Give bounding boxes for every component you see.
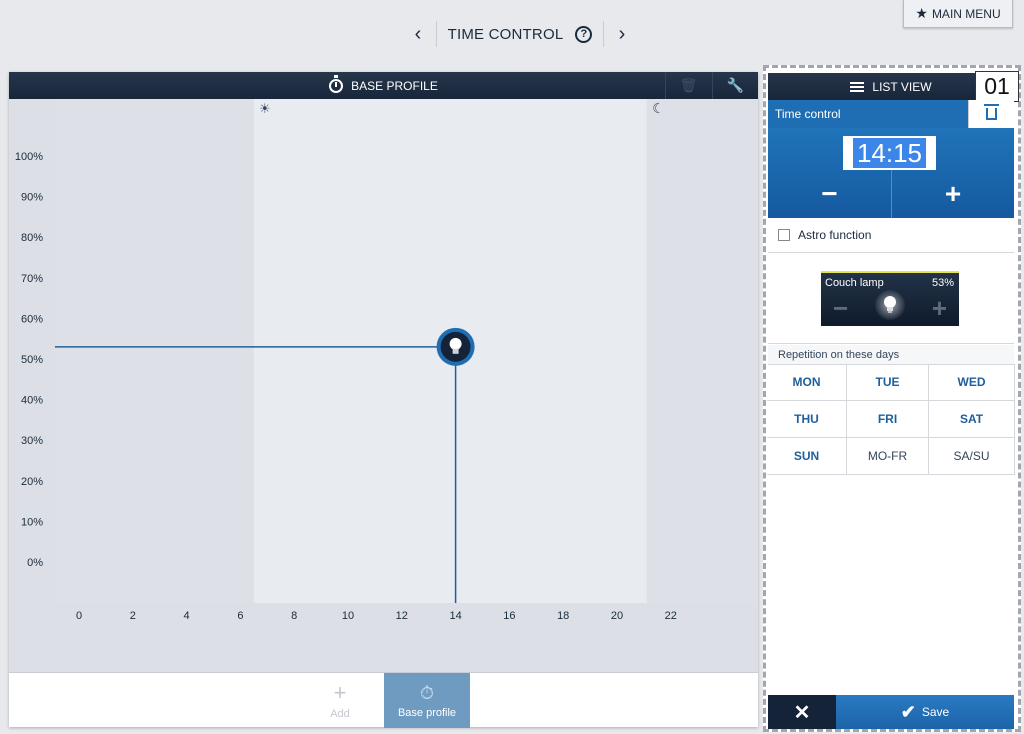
x-tick-label: 6 [237,610,243,622]
y-tick-label: 30% [21,435,43,447]
timer-check-icon: ⏱ [419,682,435,703]
checkmark-icon: ✔ [900,701,916,722]
day-button-fri[interactable]: FRI [847,401,929,438]
delete-time-button[interactable] [968,100,1014,128]
trash-icon [984,104,999,120]
y-tick-label: 50% [21,354,43,366]
chart-header: BASE PROFILE 🗑 🔧 [9,72,758,99]
prev-page-button[interactable]: ‹ [400,23,436,46]
x-tick-label: 14 [449,610,461,622]
time-profile-chart[interactable]: ☀ ☾ 100% 90% 80% 70% 60% 50% 40% 30% 20% 10% 0% 0 2 4 6 8… [9,99,758,672]
lamp-increase-button[interactable]: + [932,293,947,324]
page-title: TIME CONTROL [447,25,564,43]
y-tick-label: 70% [21,273,43,285]
lightbulb-icon [875,290,905,320]
y-tick-label: 20% [21,476,43,488]
astro-function-checkbox[interactable] [778,229,790,241]
y-tick-label: 80% [21,232,43,244]
time-control-label: Time control [775,107,841,121]
x-tick-label: 8 [291,610,297,622]
day-button-thu[interactable]: THU [767,401,847,438]
sun-icon: ☀ [259,102,271,117]
astro-function-label: Astro function [798,228,872,242]
main-menu-label: MAIN MENU [931,6,1001,21]
settings-button[interactable]: 🔧 [712,72,758,99]
time-editor: 14:15 − + [768,128,1014,218]
x-tick-label: 2 [130,610,136,622]
time-control-header: Time control [768,100,1014,128]
time-decrease-button[interactable]: − [768,170,891,218]
chart-panel: BASE PROFILE 🗑 🔧 ☀ ☾ 100% 90% 80% 70% 60% 50% 40… [9,72,758,728]
top-navigation: ‹ TIME CONTROL ? › [400,14,640,54]
base-profile-label: Base profile [397,706,457,719]
y-tick-label: 100% [15,151,43,163]
step-badge: 01 [975,71,1019,102]
save-button[interactable]: ✔ Save [836,695,1014,729]
day-button-mon[interactable]: MON [767,364,847,401]
action-bar: ✕ ✔ Save [768,695,1014,729]
add-label: Add [330,707,350,720]
lightbulb-icon[interactable] [436,327,475,366]
list-view-label: LIST VIEW [872,79,932,94]
delete-profile-button[interactable]: 🗑 [665,72,711,99]
save-label: Save [921,705,950,719]
x-tick-label: 18 [557,610,569,622]
page-title-group: TIME CONTROL ? [436,21,604,47]
main-menu-button[interactable]: ★ MAIN MENU [903,0,1013,28]
y-tick-label: 10% [21,516,43,528]
chart-header-title: BASE PROFILE [351,78,438,93]
day-button-tue[interactable]: TUE [847,364,929,401]
star-icon: ★ [915,5,928,21]
day-button-mo-fr[interactable]: MO-FR [847,438,929,475]
trash-icon: 🗑 [679,77,698,93]
y-tick-label: 90% [21,192,43,204]
lamp-decrease-button[interactable]: − [833,293,848,324]
base-profile-button[interactable]: ⏱ Base profile [384,673,470,728]
lamp-card[interactable]: Couch lamp 53% − + [821,271,959,326]
time-increase-button[interactable]: + [891,170,1014,218]
x-tick-label: 20 [611,610,623,622]
time-input[interactable]: 14:15 [843,136,936,170]
chart-footer: + Add ⏱ Base profile [9,672,758,728]
day-button-sat[interactable]: SAT [929,401,1015,438]
lamp-percent: 53% [931,277,954,289]
day-button-sun[interactable]: SUN [767,438,847,475]
day-button-sa-su[interactable]: SA/SU [929,438,1015,475]
y-tick-label: 60% [21,313,43,325]
days-grid: MON TUE WED THU FRI SAT SUN MO-FR SA/SU [767,364,1015,475]
lamp-area: Couch lamp 53% − + [768,254,1014,344]
plus-icon: + [333,679,347,705]
astro-function-row: Astro function [768,218,1014,253]
lamp-name: Couch lamp [825,277,884,289]
y-tick-label: 40% [21,395,43,407]
repetition-label: Repetition on these days [768,345,1014,365]
time-control-editor: LIST VIEW 01 Time control 14:15 − + Astr… [763,65,1021,732]
x-tick-label: 0 [76,610,82,622]
x-tick-label: 12 [396,610,408,622]
cancel-button[interactable]: ✕ [768,695,836,729]
x-tick-label: 4 [184,610,190,622]
timer-icon [329,74,344,93]
time-value: 14:15 [852,138,927,168]
x-tick-label: 16 [503,610,515,622]
help-icon[interactable]: ? [575,25,593,43]
y-tick-label: 0% [27,557,43,569]
moon-icon: ☾ [652,101,665,117]
wrench-icon: 🔧 [726,77,745,93]
add-button[interactable]: + Add [309,673,371,728]
list-icon [850,81,865,92]
x-tick-label: 10 [342,610,354,622]
day-button-wed[interactable]: WED [929,364,1015,401]
next-page-button[interactable]: › [604,23,640,46]
x-tick-label: 22 [665,610,677,622]
